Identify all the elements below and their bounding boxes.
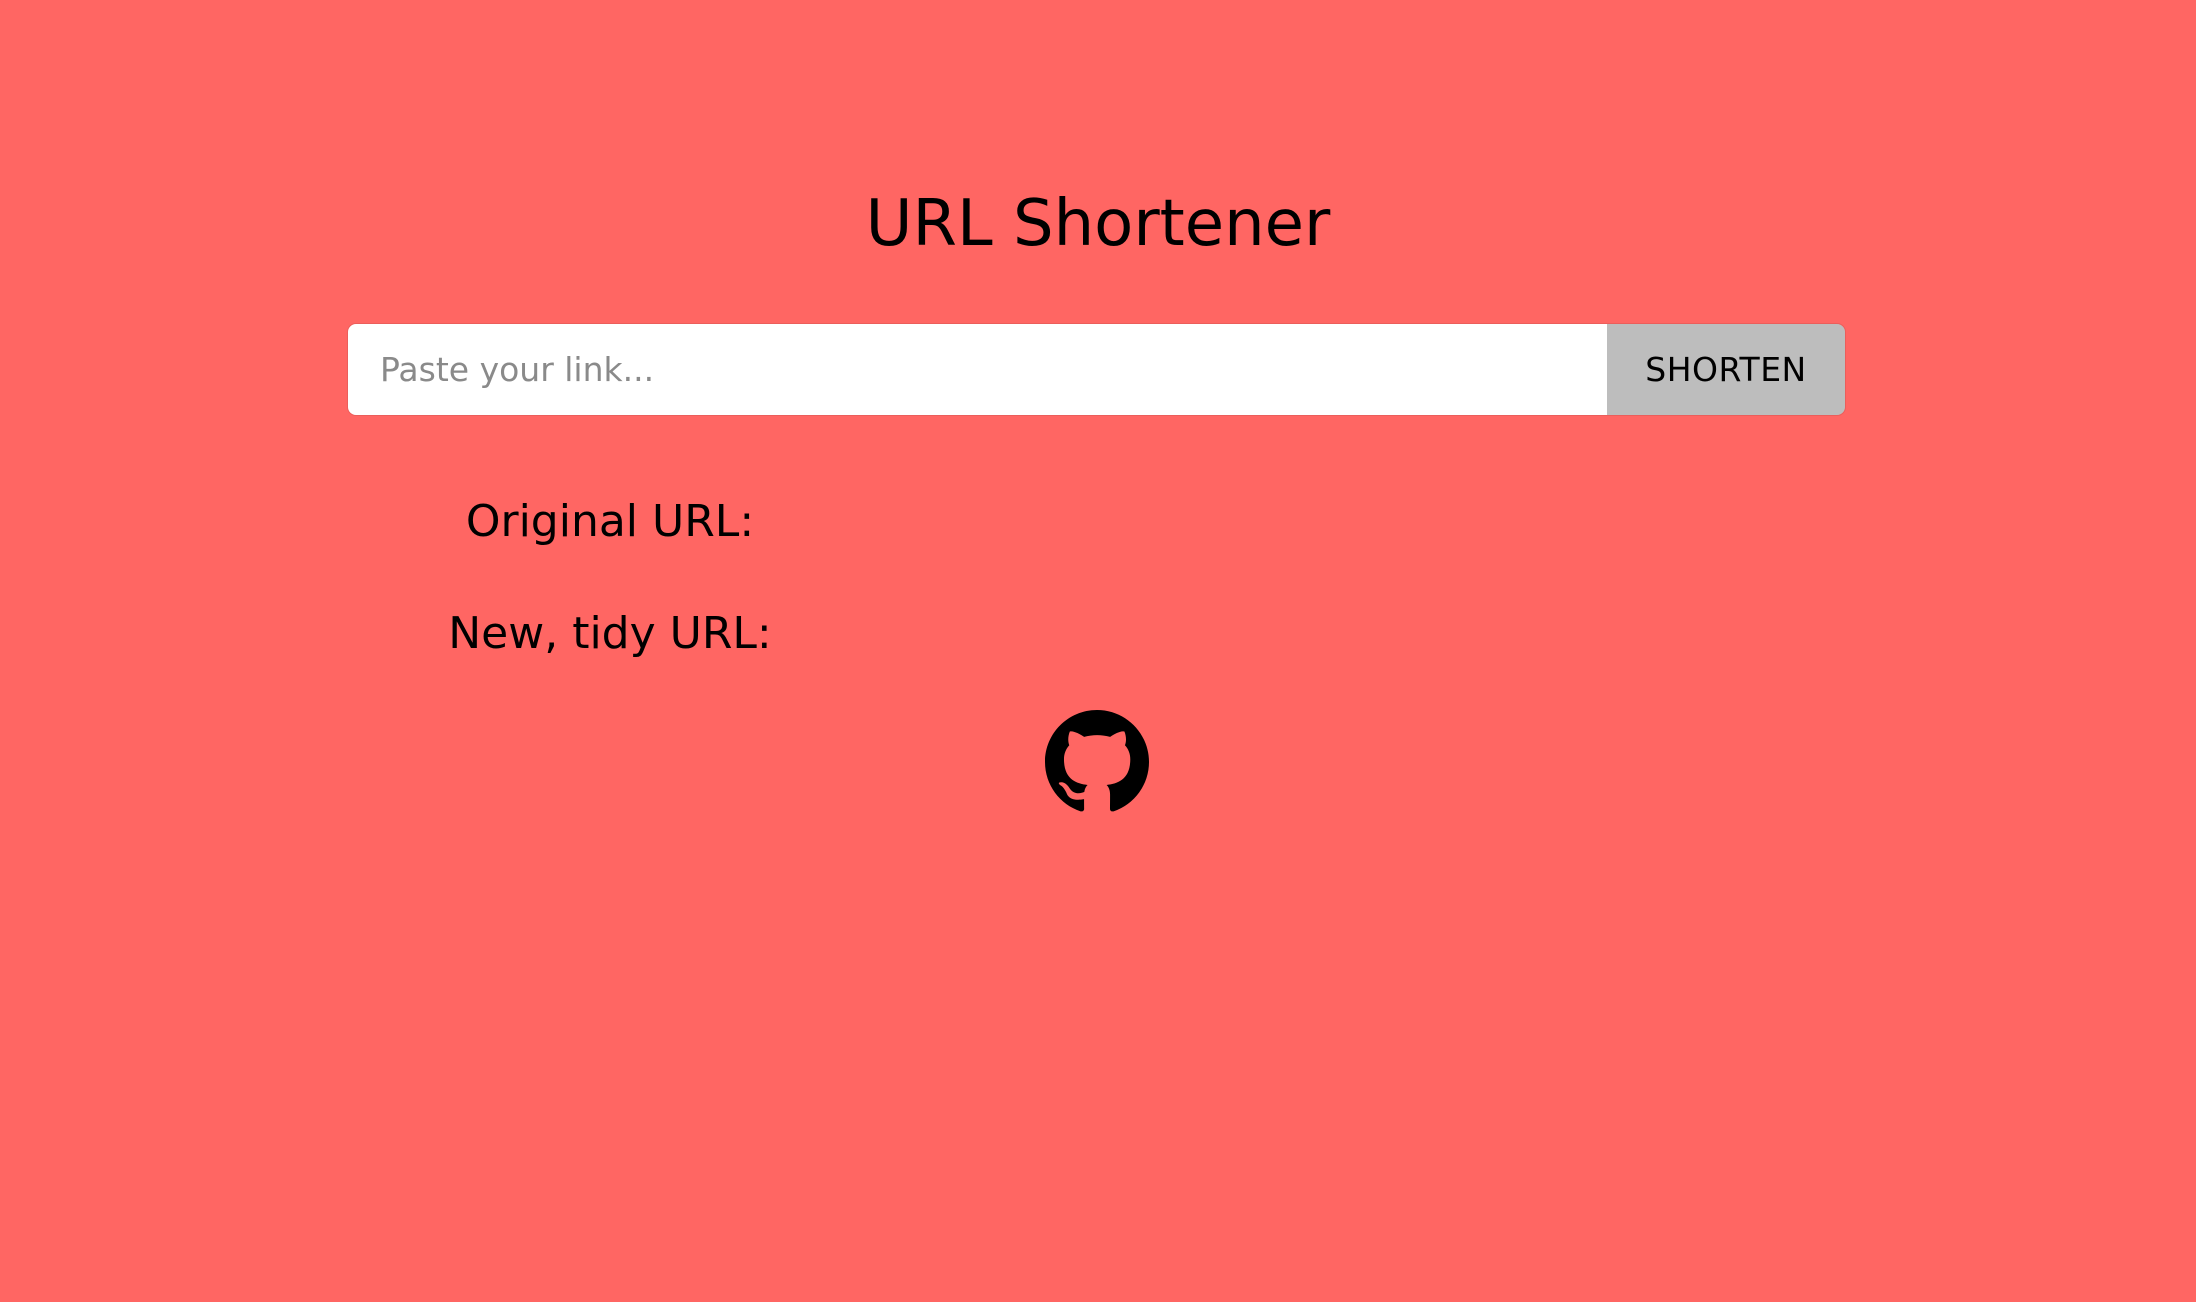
- shorten-form: SHORTEN: [348, 324, 1845, 415]
- url-input[interactable]: [348, 324, 1607, 415]
- url-shortener-app: URL Shortener SHORTEN Original URL: New,…: [0, 0, 2196, 1302]
- page-title: URL Shortener: [865, 187, 1331, 261]
- github-link[interactable]: [1045, 710, 1149, 814]
- new-url-label: New, tidy URL:: [448, 608, 772, 659]
- original-url-label: Original URL:: [465, 496, 755, 547]
- shorten-button[interactable]: SHORTEN: [1607, 324, 1845, 415]
- github-icon: [1045, 710, 1149, 814]
